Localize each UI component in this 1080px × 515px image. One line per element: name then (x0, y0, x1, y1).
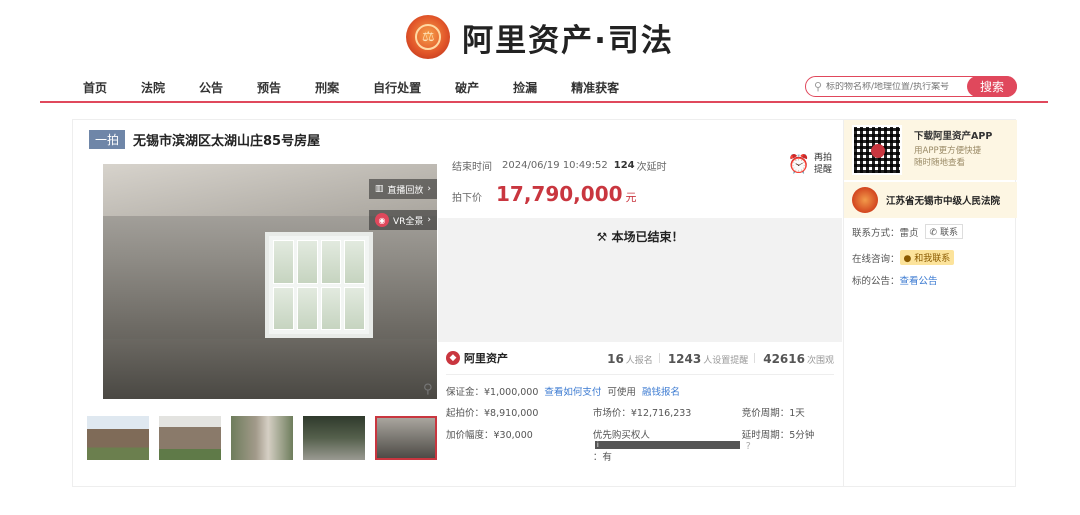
nav-divider (40, 101, 1048, 103)
court-emblem-icon: ⚖ (406, 15, 451, 59)
price-details-row: 起拍价：¥8,910,000 市场价：¥12,716,233 竞价周期：1天 (446, 408, 805, 419)
nav-bankruptcy[interactable]: 破产 (455, 79, 479, 96)
status-box: ⚒ 本场已结束！ (438, 218, 842, 342)
nav-notices[interactable]: 公告 (199, 79, 223, 96)
consult-row: 在线咨询： ● 和我联系 (852, 250, 955, 265)
chat-icon: ● (903, 254, 912, 264)
vr-button[interactable]: ◉ VR全景 › (368, 210, 437, 230)
nav-home[interactable]: 首页 (83, 79, 107, 96)
thumbnail[interactable] (159, 416, 221, 460)
contact-row: 联系方式： 雷贞 ✆ 联系 (852, 224, 963, 239)
ali-asset-icon: ◆ (446, 351, 460, 365)
help-icon[interactable]: ? (746, 441, 841, 452)
title-row: 一拍 无锡市滨湖区太湖山庄85号房屋 (89, 130, 320, 149)
remind-button[interactable]: ⏰ 再拍 提醒 (788, 152, 832, 176)
search-icon: ⚲ (813, 80, 823, 93)
thumbnail[interactable] (231, 416, 293, 460)
alarm-clock-icon: ⏰ (787, 153, 810, 175)
nav-criminal[interactable]: 刑案 (315, 79, 339, 96)
qr-code (852, 125, 902, 175)
court-name: 江苏省无锡市中级人民法院 (886, 196, 1001, 207)
sidebar: 下载阿里资产APP 用APP更方便快捷 随时随地查看 江苏省无锡市中级人民法院 … (843, 120, 1017, 486)
deal-price-row: 拍下价 17,790,000 元 (452, 182, 637, 206)
window-image (265, 232, 373, 338)
notice-row: 标的公告： 查看公告 (852, 273, 938, 287)
how-to-pay-link[interactable]: 查看如何支付 (544, 384, 601, 398)
deal-price: 17,790,000 (496, 182, 623, 206)
main-nav: 首页 法院 公告 预告 刑案 自行处置 破产 捡漏 精准获客 (83, 76, 653, 98)
thumbnail-active[interactable] (375, 416, 437, 460)
deposit-row: 保证金：¥1,000,000 查看如何支付 可使用 融钱报名 (446, 384, 680, 398)
auction-ended-text: ⚒ 本场已结束！ (596, 230, 684, 244)
end-time-row: 结束时间 2024/06/19 10:49:52 124 次延时 (452, 160, 667, 173)
nav-customers[interactable]: 精准获客 (571, 79, 619, 96)
auction-info: 结束时间 2024/06/19 10:49:52 124 次延时 ⏰ 再拍 提醒… (438, 120, 842, 486)
chart-icon: ▥ (374, 184, 384, 194)
court-emblem-icon (852, 187, 878, 213)
auction-card: 一拍 无锡市滨湖区太湖山庄85号房屋 ▥ 直播回放 › ◉ VR全景 › ⚲ 结… (72, 119, 1017, 487)
app-download-box: 下载阿里资产APP 用APP更方便快捷 随时随地查看 (844, 120, 1017, 180)
search-bar: ⚲ 搜索 (805, 76, 1017, 97)
nav-preview[interactable]: 预告 (257, 79, 281, 96)
contact-button[interactable]: ✆ 联系 (924, 224, 963, 239)
gavel-icon: ⚒ (596, 230, 608, 244)
thumbnail[interactable] (87, 416, 149, 460)
zoom-icon[interactable]: ⚲ (423, 382, 433, 397)
chevron-right-icon: › (427, 184, 431, 194)
stats: 16 人报名 1243 人设置提醒 42616 次围观 (607, 352, 834, 366)
vr-icon: ◉ (374, 213, 389, 227)
nav-courts[interactable]: 法院 (141, 79, 165, 96)
court-box[interactable]: 江苏省无锡市中级人民法院 (844, 182, 1017, 218)
nav-self-disposal[interactable]: 自行处置 (373, 79, 421, 96)
thumbnail[interactable] (303, 416, 365, 460)
app-title[interactable]: 下载阿里资产APP (914, 128, 992, 142)
round-tag: 一拍 (89, 130, 126, 149)
phone-icon: ✆ (929, 228, 938, 238)
item-title: 无锡市滨湖区太湖山庄85号房屋 (133, 134, 321, 149)
search-button[interactable]: 搜索 (967, 76, 1017, 97)
search-input[interactable] (826, 81, 967, 92)
info-badge-icon: i (594, 441, 740, 449)
main-photo[interactable]: ▥ 直播回放 › ◉ VR全景 › (103, 164, 437, 399)
rules-row: 加价幅度：¥30,000 优先购买权人 i ：有 延时周期：5分钟? (446, 427, 841, 463)
thumbnail-strip (87, 416, 447, 460)
nav-bargains[interactable]: 捡漏 (513, 79, 537, 96)
site-logo[interactable]: ⚖ 阿里资产·司法 (0, 10, 1080, 64)
chat-button[interactable]: ● 和我联系 (899, 250, 955, 265)
view-notice-link[interactable]: 查看公告 (900, 273, 938, 287)
loan-signup-link[interactable]: 融钱报名 (642, 384, 680, 398)
brand-title: 阿里资产·司法 (462, 22, 674, 59)
live-replay-button[interactable]: ▥ 直播回放 › (368, 179, 437, 199)
chevron-right-icon: › (427, 215, 431, 225)
platform-logo: ◆ 阿里资产 (446, 350, 508, 366)
